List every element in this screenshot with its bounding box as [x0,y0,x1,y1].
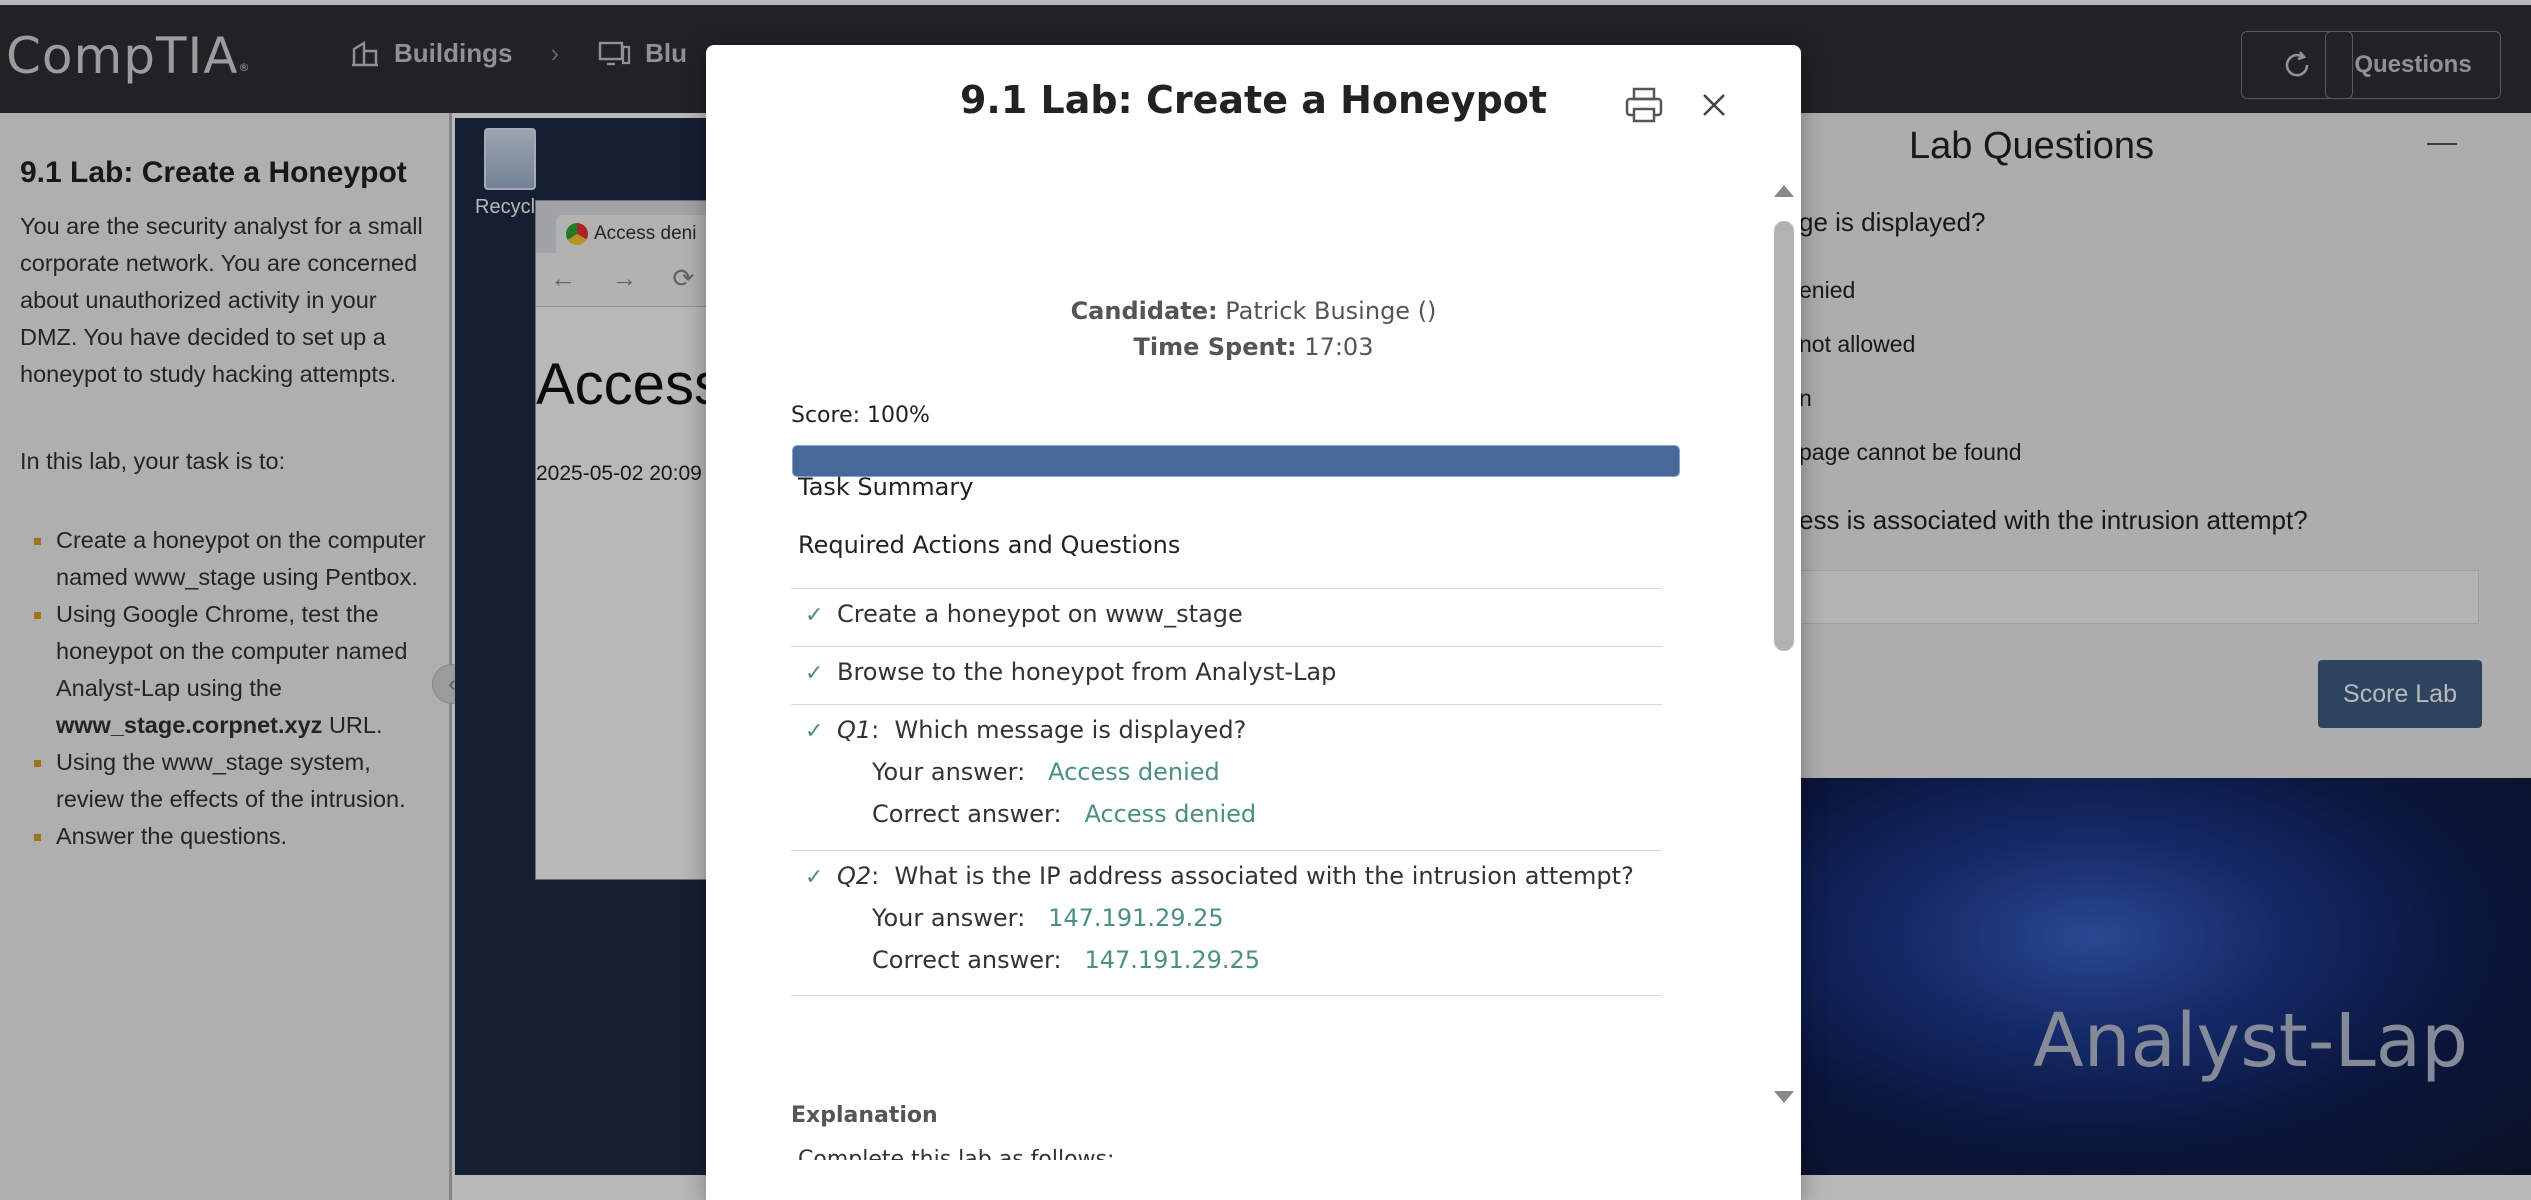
check-icon: ✓ [805,661,824,686]
scroll-down-arrow[interactable] [1774,1091,1794,1103]
result-row: ✓ Q2: What is the IP address associated … [791,850,1662,996]
check-icon: ✓ [805,865,824,890]
result-row: ✓ Create a honeypot on www_stage [791,588,1662,646]
result-row: ✓ Browse to the honeypot from Analyst-La… [791,646,1662,704]
check-icon: ✓ [805,603,824,628]
close-icon[interactable] [1696,87,1732,123]
scrollbar-thumb[interactable] [1774,221,1794,651]
print-icon[interactable] [1624,85,1664,125]
score-label: Score: 100% [791,403,930,428]
score-report-dialog: 9.1 Lab: Create a Honeypot Candidate: Pa… [706,45,1801,1200]
task-summary-heading: Task Summary [798,473,974,501]
score-progress-fill [793,446,1679,476]
scroll-up-arrow[interactable] [1774,185,1794,197]
result-row: ✓ Q1: Which message is displayed? Your a… [791,704,1662,850]
explanation-heading: Explanation [791,1103,938,1128]
results-list: ✓ Create a honeypot on www_stage ✓ Brows… [791,588,1662,996]
explanation-text: Complete this lab as follows: [798,1147,1115,1160]
report-scroll-area[interactable]: Candidate: Patrick Businge () Time Spent… [706,185,1801,1160]
required-actions-heading: Required Actions and Questions [798,531,1181,559]
check-icon: ✓ [805,719,824,744]
candidate-info: Candidate: Patrick Businge () Time Spent… [1070,297,1437,361]
